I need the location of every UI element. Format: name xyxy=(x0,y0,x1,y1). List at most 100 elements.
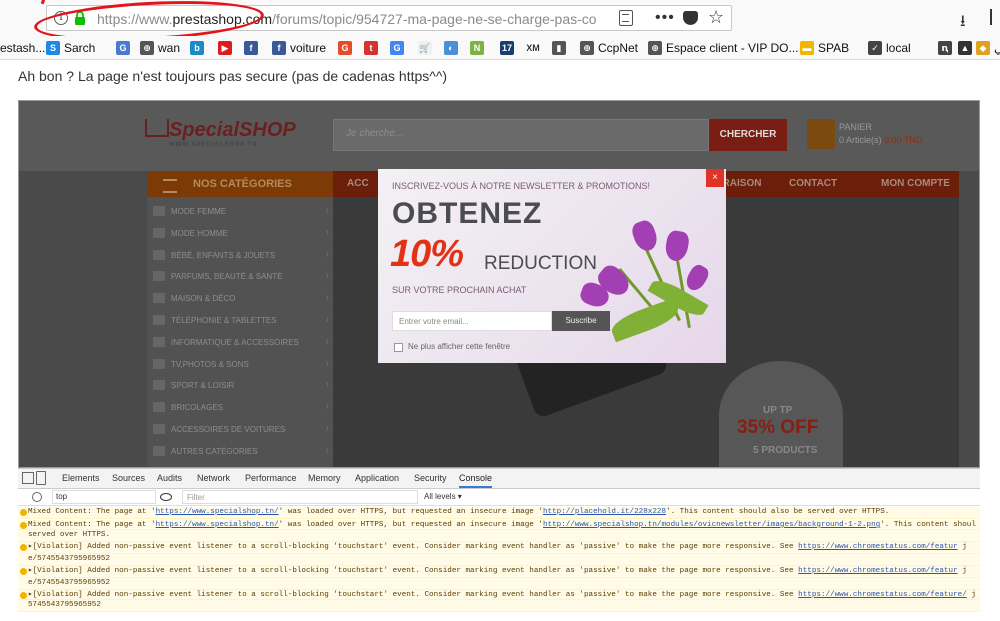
bookmark-favicon-icon: t xyxy=(364,41,378,55)
bookmark-item[interactable]: ▮ xyxy=(552,40,566,56)
promo-top-text: UP TP xyxy=(763,405,793,416)
popup-checkbox xyxy=(394,343,403,352)
bookmark-item[interactable]: S Sarch xyxy=(46,40,95,56)
nav-item-account: MON COMPTE xyxy=(881,178,950,189)
console-text: ▸[Violation] Added non-passive event lis… xyxy=(28,567,799,575)
pocket-icon[interactable] xyxy=(683,11,698,25)
shop-logo: SpecialSHOP WWW.SPECIALSHOP.TN xyxy=(169,119,296,148)
live-expression-icon[interactable] xyxy=(160,493,172,501)
bookmark-favicon-icon: ▶ xyxy=(218,41,232,55)
console-link[interactable]: https://www.specialshop.tn/ xyxy=(156,508,279,516)
bookmark-item[interactable]: ▶ xyxy=(218,40,232,56)
bookmark-item[interactable]: estash... xyxy=(0,40,45,56)
bookmark-item[interactable]: ⊕ CcpNet xyxy=(580,40,638,56)
category-icon xyxy=(153,445,165,456)
console-filter-input[interactable]: Filter xyxy=(182,490,418,504)
console-link[interactable]: https://www.chromestatus.com/feature/ xyxy=(798,591,967,599)
bookmark-item[interactable]: ⊕ wan xyxy=(140,40,180,56)
category-icon xyxy=(153,358,165,369)
page-actions-icon[interactable]: ••• xyxy=(655,9,675,27)
inspect-element-icon[interactable] xyxy=(22,472,34,484)
log-levels-dropdown[interactable]: All levels ▾ xyxy=(424,492,462,501)
popup-reduction: REDUCTION xyxy=(484,253,597,274)
bookmark-label: estash... xyxy=(0,41,46,55)
device-toolbar-icon[interactable] xyxy=(36,471,46,485)
bookmark-item[interactable]: f xyxy=(244,40,258,56)
devtools-tab-console[interactable]: Console xyxy=(459,473,493,488)
shop-category-list: MODE FEMME MODE HOMME BÉBÉ, ENFANTS & JOUE… xyxy=(147,197,333,467)
console-link[interactable]: https://www.chromestatus.com/featur xyxy=(798,543,958,551)
console-text: e/5745543795965952 xyxy=(28,579,111,587)
category-icon xyxy=(153,206,165,216)
categories-header: NOS CATÉGORIES xyxy=(147,171,333,197)
console-message: Mixed Content: The page at 'https://www.… xyxy=(18,507,980,519)
library-icon[interactable] xyxy=(990,9,1000,25)
popup-checkbox-label: Ne plus afficher cette fenêtre xyxy=(408,342,511,351)
bookmark-item[interactable]: G xyxy=(338,40,352,56)
bookmark-item[interactable]: G xyxy=(116,40,130,56)
devtools-tab-performance[interactable]: Performance xyxy=(245,473,297,483)
console-toolbar: top Filter All levels ▾ xyxy=(18,489,980,506)
bookmark-item[interactable]: ◐ xyxy=(444,40,458,56)
category-item: INFORMATIQUE & ACCESSOIRES xyxy=(171,336,329,347)
popup-subscribe-button: Suscribe xyxy=(552,311,610,331)
popup-header: INSCRIVEZ-VOUS À NOTRE NEWSLETTER & PROM… xyxy=(392,181,651,191)
bookmark-item[interactable]: N xyxy=(470,40,484,56)
bookmark-item[interactable]: ⊕ Espace client - VIP DO... xyxy=(648,40,799,56)
console-link[interactable]: http://placehold.it/228x228 xyxy=(543,508,666,516)
bookmark-item[interactable]: ▬ SPAB xyxy=(800,40,849,56)
bookmark-item[interactable]: b xyxy=(190,40,204,56)
bookmark-item[interactable]: ꞑ xyxy=(938,40,952,56)
newsletter-popup: INSCRIVEZ-VOUS À NOTRE NEWSLETTER & PROM… xyxy=(378,169,726,363)
console-message: 5745543795965952 xyxy=(18,600,980,612)
devtools-tab-audits[interactable]: Audits xyxy=(157,473,182,483)
console-text: ' was loaded over HTTPS, but requested a… xyxy=(278,521,543,529)
console-message: e/5745543795965952 xyxy=(18,578,980,590)
bookmark-item[interactable]: ▲ xyxy=(958,40,972,56)
devtools-tab-memory[interactable]: Memory xyxy=(308,473,341,483)
bookmark-item[interactable]: ✓ local xyxy=(868,40,911,56)
shop-cart: PANIER 0 Article(s) 0.00 TND xyxy=(839,122,923,145)
bookmark-label: CcpNet xyxy=(598,41,639,55)
browser-toolbar: i https://www.prestashop.com/forums/topi… xyxy=(0,0,1000,46)
bookmark-favicon-icon: ◐ xyxy=(444,41,458,55)
bookmark-favicon-icon: ▲ xyxy=(958,41,972,55)
warning-icon xyxy=(20,509,27,516)
console-text: ▸[Violation] Added non-passive event lis… xyxy=(28,591,799,599)
bookmark-item[interactable]: XM xyxy=(526,40,540,56)
promo-products: 5 PRODUCTS xyxy=(753,445,818,456)
post-text: Ah bon ? La page n'est toujours pas secu… xyxy=(18,68,448,84)
context-select[interactable] xyxy=(52,490,156,504)
bookmark-item[interactable]: ◆ مي xyxy=(976,40,1000,56)
promo-percent: 35% OFF xyxy=(737,417,819,438)
bookmark-item[interactable]: f voiture xyxy=(272,40,326,56)
shop-search-button: CHERCHER xyxy=(709,119,787,151)
devtools-tab-network[interactable]: Network xyxy=(197,473,230,483)
bookmark-item[interactable]: 🛒 xyxy=(418,40,432,56)
devtools-tab-application[interactable]: Application xyxy=(355,473,399,483)
console-text: ' was loaded over HTTPS, but requested a… xyxy=(278,508,543,516)
bookmark-favicon-icon: S xyxy=(46,41,60,55)
devtools-tab-security[interactable]: Security xyxy=(414,473,447,483)
bookmark-item[interactable]: 17 xyxy=(500,40,514,56)
devtools-tab-elements[interactable]: Elements xyxy=(62,473,100,483)
reader-view-icon[interactable] xyxy=(619,10,633,26)
console-text: e/5745543795965952 xyxy=(28,555,111,563)
console-link[interactable]: https://www.chromestatus.com/featur xyxy=(798,567,958,575)
bookmark-favicon-icon: ⊕ xyxy=(140,41,154,55)
bookmark-favicon-icon: G xyxy=(390,41,404,55)
popup-obtenez: OBTENEZ xyxy=(392,197,543,230)
devtools-tab-sources[interactable]: Sources xyxy=(112,473,145,483)
bookmark-star-icon[interactable]: ☆ xyxy=(708,7,724,28)
console-link[interactable]: https://www.specialshop.tn/ xyxy=(156,521,279,529)
console-message: ▸[Violation] Added non-passive event lis… xyxy=(18,590,980,600)
bookmark-item[interactable]: t xyxy=(364,40,378,56)
bookmark-favicon-icon: f xyxy=(244,41,258,55)
console-text: j xyxy=(957,567,967,575)
category-item: TV,PHOTOS & SONS xyxy=(171,358,329,369)
clear-console-icon[interactable] xyxy=(32,492,42,502)
category-icon xyxy=(153,227,165,238)
download-icon[interactable]: ⭳ xyxy=(960,10,966,37)
console-link[interactable]: http://www.specialshop.tn/modules/ovicne… xyxy=(543,521,880,529)
bookmark-item[interactable]: G xyxy=(390,40,404,56)
